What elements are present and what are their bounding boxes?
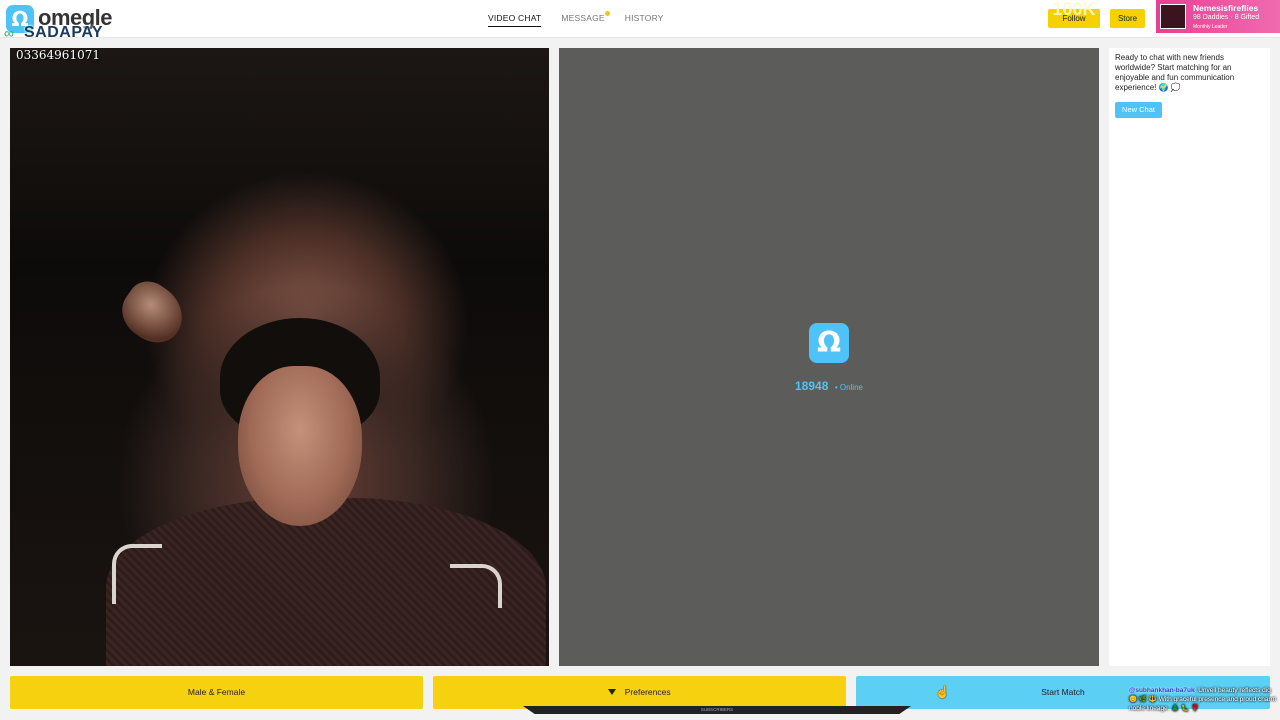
leader-rank: Monthly Leader [1193, 24, 1228, 30]
leader-subtitle: 98 Daddies · 8 Gifted [1193, 14, 1260, 21]
sadapay-overlay: SADAPAY [24, 24, 104, 41]
chat-text-1: : Unveil beauty reflects dig [1194, 687, 1271, 694]
nav-message-label: MESSAGE [561, 13, 605, 23]
start-match-label: Start Match [1041, 687, 1085, 697]
nav-history[interactable]: HISTORY [625, 13, 664, 27]
chair-left [112, 544, 162, 604]
local-video: 03364961071 [10, 48, 549, 666]
follower-count-overlay: 100K [1052, 0, 1096, 19]
leader-name: Nemesisfireflies [1193, 3, 1259, 13]
notification-dot [604, 11, 610, 16]
subscriber-bar: SUBSCRIBERS [523, 706, 911, 714]
leader-avatar [1160, 4, 1186, 29]
preferences-label: Preferences [624, 687, 671, 697]
chat-message-line1: @subhankhan-ba7uk: Unveil beauty reflect… [1129, 686, 1280, 695]
subscriber-bar-label: SUBSCRIBERS [700, 707, 734, 712]
nav-message[interactable]: MESSAGE [561, 11, 610, 27]
intro-text: Ready to chat with new friends worldwide… [1115, 53, 1235, 92]
preferences-button[interactable]: Preferences [433, 676, 846, 709]
store-button[interactable]: Store [1110, 9, 1145, 28]
top-header: Ω omegle VIDEO CHAT MESSAGE HISTORY Foll… [0, 0, 1280, 38]
pointer-cursor-icon: ☝ [935, 685, 950, 699]
online-count: 18948 [795, 379, 829, 393]
omegle-center-icon: Ω [809, 323, 849, 363]
stream-chat-overlay: @subhankhan-ba7uk: Unveil beauty reflect… [1129, 686, 1280, 713]
person-face [238, 366, 362, 526]
chair-right [450, 564, 502, 608]
remote-video: Ω 18948 • Online [559, 48, 1099, 666]
chat-username: @subhankhan-ba7uk [1129, 687, 1195, 694]
sadapay-icon: ∞ [4, 25, 14, 41]
phone-number-overlay: 03364961071 [16, 48, 100, 62]
chat-side-panel: Ready to chat with new friends worldwide… [1109, 48, 1270, 666]
filter-icon [608, 688, 617, 695]
new-chat-button[interactable]: New Chat [1115, 102, 1162, 118]
follow-button[interactable]: Follow 100K [1048, 0, 1100, 28]
stream-leader-badge: Nemesisfireflies 98 Daddies · 8 Gifted M… [1156, 0, 1280, 33]
main-nav: VIDEO CHAT MESSAGE HISTORY [488, 11, 664, 27]
chat-text-3: noble lineage. 🌲 🐛 🌹 [1129, 705, 1200, 712]
gender-filter-button[interactable]: Male & Female [10, 676, 423, 709]
lamp-shape [112, 273, 194, 353]
online-label: • Online [834, 383, 863, 392]
chat-text-2: 😊 🌿 🔱 With graceful presence and proud c… [1129, 696, 1277, 703]
online-counter: 18948 • Online [559, 377, 1099, 395]
nav-video-chat[interactable]: VIDEO CHAT [488, 13, 542, 27]
